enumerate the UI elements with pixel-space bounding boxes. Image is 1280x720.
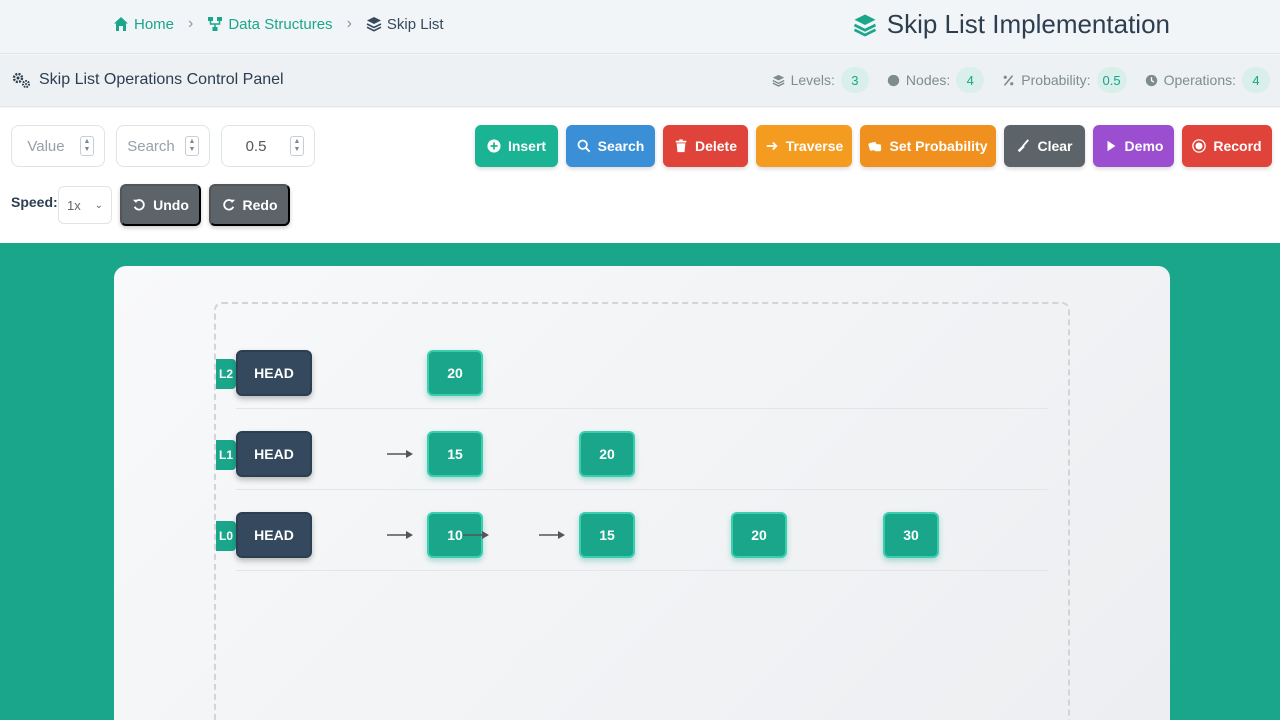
chevron-down-icon: ⌄ [94,199,103,211]
level-tag-2: L2 [216,359,236,389]
record-icon [1192,139,1207,153]
speed-label: Speed: [11,194,58,210]
breadcrumb-current: Skip List [366,16,444,33]
demo-button-label: Demo [1124,138,1164,154]
breadcrumb-home-label: Home [134,15,175,33]
app-title-text: Skip List Implementation [886,9,1170,39]
level-row-2 [236,328,1048,409]
spinner-icon[interactable]: ▲ ▼ [290,136,304,156]
clear-button[interactable]: Clear [1004,125,1085,167]
spinner-icon[interactable]: ▲ ▼ [185,136,199,156]
delete-button[interactable]: Delete [663,125,748,167]
skiplist-node[interactable]: 30 [883,512,939,558]
arrow-right-icon [387,531,413,539]
breadcrumb-home[interactable]: Home [113,16,174,33]
layers-icon [853,14,876,37]
breadcrumb-data-structures-label: Data Structures [228,15,333,33]
dice-icon [868,141,882,152]
set-probability-button[interactable]: Set Probability [860,125,996,167]
panel-title: Skip List Operations Control Panel [11,71,284,89]
home-icon [114,17,128,31]
breadcrumb-current-label: Skip List [386,15,444,33]
controls-panel: Value ▲ ▼ Search ▲ ▼ 0.5 ▲ ▼ Insert Search … [0,108,1280,243]
play-icon [1107,140,1115,152]
stat-probability-label: Probability: [1021,72,1091,88]
set-probability-button-label: Set Probability [889,138,988,154]
head-node-level-0[interactable]: HEAD [236,512,312,558]
stat-levels-label: Levels: [790,72,835,88]
undo-button-label: Undo [153,197,189,213]
breadcrumb: Home › Data Structures › Skip List [113,15,444,33]
app-title: Skip List Implementation [853,9,1170,40]
stat-operations: Operations: 4 [1145,67,1270,93]
skiplist-node[interactable]: 20 [731,512,787,558]
probability-input[interactable]: 0.5 ▲ ▼ [221,125,315,167]
layers-icon [366,17,382,32]
speed-select-value: 1x [67,197,81,213]
sitemap-icon [208,17,223,31]
undo-icon [132,199,145,211]
value-input[interactable]: Value ▲ ▼ [11,125,105,167]
insert-button[interactable]: Insert [475,125,558,167]
arrow-right-icon [387,450,413,458]
arrow-right-icon [463,531,489,539]
percent-icon [1003,74,1014,86]
skiplist-node[interactable]: 20 [579,431,635,477]
chevron-right-icon: › [188,15,194,32]
stat-operations-badge: 4 [1242,67,1270,93]
search-input-placeholder: Search [127,137,175,155]
stat-levels-badge: 3 [840,67,869,93]
demo-button[interactable]: Demo [1093,125,1174,167]
arrow-right-icon [766,141,778,151]
level-tag-1: L1 [216,440,236,470]
search-input[interactable]: Search ▲ ▼ [116,125,210,167]
skiplist-node[interactable]: 15 [579,512,635,558]
circle-icon [887,74,900,86]
redo-button[interactable]: Redo [209,184,290,226]
cogs-icon [12,72,30,88]
stat-operations-label: Operations: [1163,72,1236,88]
stat-nodes-badge: 4 [956,67,985,93]
redo-icon [222,199,235,211]
head-node-level-2[interactable]: HEAD [236,350,312,396]
search-button-label: Search [597,138,645,154]
stat-probability-badge: 0.5 [1096,67,1127,93]
skiplist-node[interactable]: 15 [427,431,483,477]
layers-icon [772,74,785,87]
undo-button[interactable]: Undo [120,184,201,226]
control-panel-header: Skip List Operations Control Panel Level… [0,55,1280,107]
redo-button-label: Redo [242,197,278,213]
level-tag-0: L0 [216,521,236,551]
stat-nodes-label: Nodes: [905,72,951,88]
stat-probability: Probability: 0.5 [1002,67,1127,93]
stats-bar: Levels: 3 Nodes: 4 Probability: 0.5 Oper… [772,67,1270,93]
head-node-level-1[interactable]: HEAD [236,431,312,477]
skiplist-node[interactable]: 20 [427,350,483,396]
level-row-1 [236,409,1048,490]
traverse-button-label: Traverse [785,138,844,154]
value-input-placeholder: Value [27,137,65,155]
spinner-icon[interactable]: ▲ ▼ [80,136,94,156]
clear-button-label: Clear [1037,138,1073,154]
record-button[interactable]: Record [1182,125,1272,167]
delete-button-label: Delete [694,138,738,154]
arrow-right-icon [539,531,565,539]
search-icon [577,139,591,153]
traverse-button[interactable]: Traverse [756,125,852,167]
top-header: Home › Data Structures › Skip List Skip … [0,0,1280,54]
probability-input-value: 0.5 [245,137,267,155]
speed-select[interactable]: 1x ⌄ [58,186,112,224]
clock-icon [1145,74,1157,86]
stat-levels: Levels: 3 [772,67,869,93]
chevron-right-icon: › [346,15,352,32]
broom-icon [1018,139,1030,153]
plus-circle-icon [487,139,501,153]
insert-button-label: Insert [507,138,547,154]
record-button-label: Record [1213,138,1262,154]
panel-title-text: Skip List Operations Control Panel [39,71,284,88]
stat-nodes: Nodes: 4 [887,67,985,93]
trash-icon [675,139,687,153]
search-button[interactable]: Search [566,125,655,167]
breadcrumb-data-structures[interactable]: Data Structures [207,15,333,33]
